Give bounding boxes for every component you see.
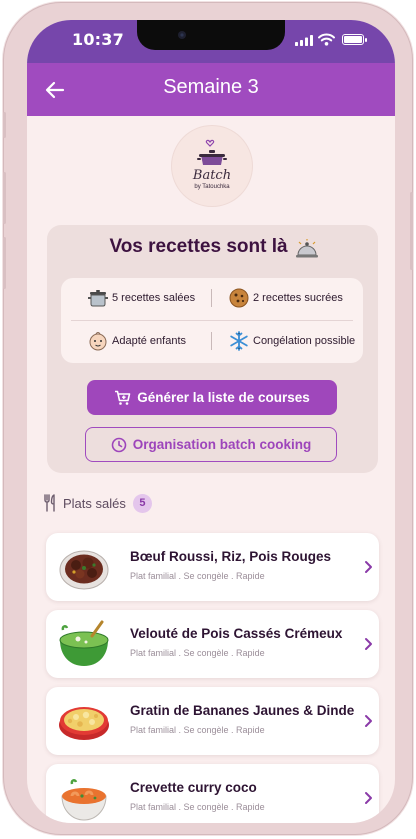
pot-icon (88, 290, 108, 307)
serving-cloche-icon (296, 239, 318, 258)
recipe-card[interactable]: Velouté de Pois Cassés Crémeux Plat fami… (46, 610, 379, 678)
volume-down-button (3, 237, 6, 289)
status-bar: 10:37 (27, 20, 395, 63)
recipe-meta: Plat familial . Se congèle . Rapide (130, 725, 265, 735)
logo-byline: by Tatouchka (194, 184, 230, 190)
chevron-right-icon (365, 715, 372, 727)
volume-up-button (3, 172, 6, 224)
power-button (410, 192, 413, 270)
wifi-icon (318, 33, 335, 46)
screen: 10:37 Semaine 3 Batch by Tatouchka Vos r… (27, 20, 395, 823)
brand-logo: Batch by Tatouchka (172, 126, 252, 206)
chevron-right-icon (365, 561, 372, 573)
divider (71, 320, 353, 321)
recipe-card[interactable]: Crevette curry coco Plat familial . Se c… (46, 764, 379, 823)
cart-icon (115, 390, 131, 405)
cookie-icon (229, 288, 249, 308)
signal-icon (295, 35, 313, 46)
features-panel: 5 recettes salées 2 recettes sucrées Ada… (61, 278, 363, 363)
green-soup-image (59, 620, 109, 666)
divider (211, 332, 212, 350)
recipe-name: Gratin de Bananes Jaunes & Dinde (130, 703, 355, 718)
recipe-name: Crevette curry coco (130, 780, 257, 795)
chevron-right-icon (365, 792, 372, 804)
gratin-image (59, 707, 109, 740)
recipe-name: Velouté de Pois Cassés Crémeux (130, 626, 343, 641)
feature-savory: 5 recettes salées (88, 288, 195, 308)
notch (137, 20, 285, 50)
cooking-pot-logo-icon (197, 139, 227, 165)
clock-icon (111, 437, 127, 452)
mute-switch (3, 112, 6, 138)
batch-cooking-organization-button[interactable]: Organisation batch cooking (85, 427, 337, 462)
summary-heading: Vos recettes sont là (109, 236, 288, 257)
section-header-savory: Plats salés 5 (43, 493, 152, 513)
feature-freezing: Congélation possible (229, 331, 355, 351)
recipe-card[interactable]: Bœuf Roussi, Riz, Pois Rouges Plat famil… (46, 533, 379, 601)
feature-label: 5 recettes salées (112, 292, 196, 304)
baby-face-icon (89, 332, 107, 351)
recipe-meta: Plat familial . Se congèle . Rapide (130, 802, 265, 812)
camera-icon (178, 31, 186, 39)
status-time: 10:37 (72, 30, 124, 49)
beef-stew-image (59, 550, 109, 590)
feature-label: Adapté enfants (112, 335, 187, 347)
chevron-right-icon (365, 638, 372, 650)
recipe-meta: Plat familial . Se congèle . Rapide (130, 648, 265, 658)
count-badge: 5 (132, 493, 152, 513)
recipe-card[interactable]: Gratin de Bananes Jaunes & Dinde Plat fa… (46, 687, 379, 755)
snowflake-icon (230, 331, 248, 351)
feature-sweet: 2 recettes sucrées (229, 288, 343, 308)
summary-card: Vos recettes sont là 5 recettes salées 2… (47, 225, 378, 473)
page-title: Semaine 3 (163, 76, 259, 98)
curry-bowl-image (61, 779, 107, 821)
fork-knife-icon (44, 494, 55, 512)
logo-brand-text: Batch (192, 168, 232, 183)
app-bar: Semaine 3 (27, 63, 395, 116)
feature-label: 2 recettes sucrées (253, 292, 343, 304)
divider (211, 289, 212, 307)
section-label: Plats salés (63, 495, 126, 511)
generate-shopping-list-button[interactable]: Générer la liste de courses (87, 380, 337, 415)
phone-frame: 10:37 Semaine 3 Batch by Tatouchka Vos r… (3, 2, 413, 835)
battery-icon (342, 34, 367, 45)
feature-label: Congélation possible (253, 335, 356, 347)
recipe-meta: Plat familial . Se congèle . Rapide (130, 571, 265, 581)
feature-kids: Adapté enfants (88, 331, 186, 351)
recipe-name: Bœuf Roussi, Riz, Pois Rouges (130, 549, 332, 564)
